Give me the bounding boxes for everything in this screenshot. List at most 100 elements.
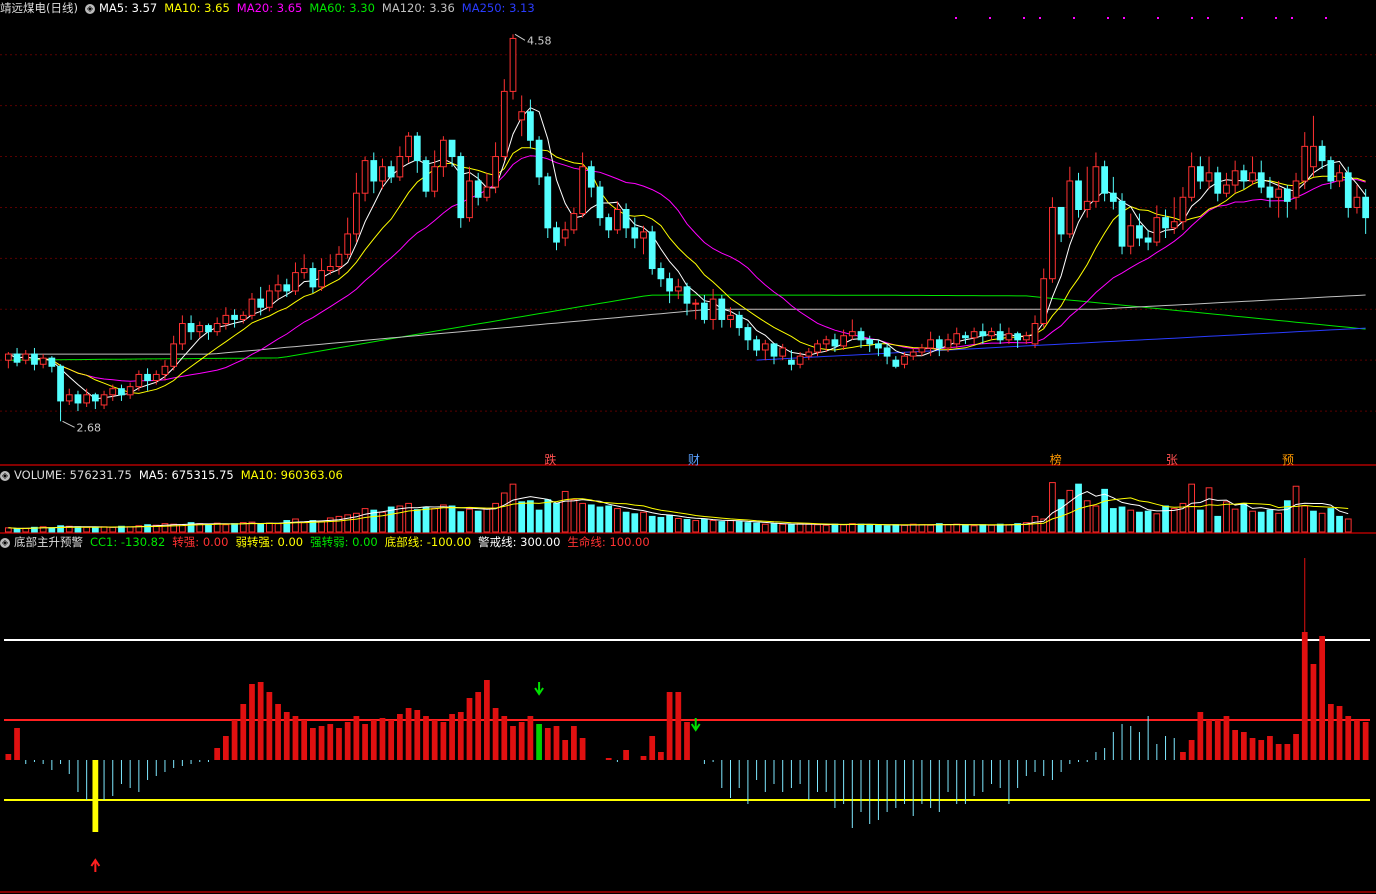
- candle-body: [1344, 172, 1352, 208]
- candle-body: [614, 208, 621, 231]
- volume-bar: [1153, 513, 1161, 533]
- candle: [370, 152, 378, 194]
- candle-body: [535, 139, 543, 178]
- candle-body: [561, 229, 569, 239]
- volume-bar: [1223, 501, 1230, 533]
- volume-bar: [753, 522, 760, 533]
- candle-body: [553, 227, 560, 243]
- candle: [544, 172, 552, 238]
- volume-bar: [1170, 508, 1178, 533]
- indicator-title[interactable]: 底部主升预警: [14, 535, 83, 549]
- low-pointer: [62, 420, 75, 428]
- volume-bar: [509, 483, 517, 533]
- candle: [1049, 197, 1056, 283]
- volume-bar: [1205, 487, 1213, 533]
- candle: [440, 136, 447, 177]
- candle-body: [353, 192, 360, 235]
- candle-body: [144, 373, 151, 382]
- candle-body: [500, 90, 508, 158]
- volume-bar: [474, 510, 482, 533]
- indicator-bar: [527, 716, 534, 760]
- candle: [1031, 315, 1039, 348]
- indicator-bar: [484, 680, 490, 760]
- volume-bar: [814, 524, 821, 533]
- event-dot: [1291, 17, 1293, 19]
- candle: [178, 315, 186, 350]
- indicator-bar: [1223, 716, 1230, 760]
- volume-bar: [448, 505, 456, 533]
- candle: [170, 335, 178, 371]
- candle-body: [1249, 172, 1256, 182]
- indicator-bar: [1232, 730, 1239, 760]
- volume-bar: [657, 516, 665, 533]
- candle-body: [231, 314, 238, 320]
- volume-bar: [701, 518, 708, 533]
- indicator-bar: [431, 720, 438, 760]
- candle: [935, 335, 943, 357]
- indicator-bar: [1214, 720, 1221, 760]
- indicator-bar: [579, 738, 586, 760]
- candle-body: [1214, 172, 1222, 194]
- volume-bar: [979, 524, 987, 533]
- candle-body: [927, 339, 934, 349]
- indicator-header: ◈ 底部主升预警 CC1: -130.82 转强: 0.00 弱转强: 0.00 强转弱:…: [0, 534, 657, 550]
- indicator-bar: [684, 722, 690, 760]
- stock-chart[interactable]: 4.58 2.68 跌 财 榜 张 预: [0, 0, 1376, 894]
- candle: [1336, 164, 1343, 188]
- candle-body: [1318, 145, 1326, 162]
- indicator-bar: [1249, 738, 1256, 760]
- candle: [100, 390, 108, 410]
- candle: [535, 136, 543, 186]
- candle-body: [1022, 335, 1030, 341]
- volume-bar: [596, 506, 604, 533]
- buy-arrow-icon: [90, 858, 101, 872]
- indicator-bar: [336, 728, 342, 760]
- indicator-bar: [405, 708, 412, 760]
- volume-ma10: MA10: 960363.06: [240, 468, 343, 482]
- candle-body: [631, 227, 639, 239]
- candle: [640, 225, 647, 255]
- candle: [448, 139, 456, 167]
- candle-body: [309, 268, 317, 288]
- volume-bar: [674, 517, 682, 533]
- indicator-settings-icon[interactable]: ◈: [0, 537, 10, 548]
- candle: [1223, 172, 1230, 198]
- candle-body: [1353, 196, 1361, 208]
- indicator-bar: [675, 692, 682, 760]
- candle: [265, 284, 273, 312]
- candle-body: [1066, 180, 1074, 235]
- candle: [953, 327, 961, 348]
- candle: [1214, 166, 1222, 202]
- candle-body: [292, 272, 299, 292]
- indicator-bar: [1275, 744, 1282, 760]
- candle: [753, 335, 760, 357]
- candle: [1057, 206, 1065, 243]
- volume-settings-icon[interactable]: ◈: [0, 470, 10, 481]
- volume-bar: [831, 523, 839, 533]
- indicator-bar: [283, 712, 290, 760]
- candle-body: [605, 217, 613, 231]
- stock-title[interactable]: 靖远煤电(日线): [0, 1, 78, 15]
- candle: [1327, 156, 1335, 190]
- candle: [144, 368, 151, 391]
- indicator-bar: [249, 684, 255, 760]
- indicator-bar: [266, 692, 273, 760]
- candle-body: [170, 343, 178, 367]
- candle: [761, 339, 769, 361]
- candle-body: [892, 359, 900, 367]
- indicator-bar: [666, 692, 673, 760]
- candle-body: [1153, 217, 1161, 243]
- candle: [805, 347, 813, 361]
- candle-body: [1118, 200, 1126, 247]
- indicator-bar: [231, 720, 238, 760]
- candle: [1205, 156, 1213, 190]
- candle-body: [970, 331, 978, 339]
- volume-bar: [770, 523, 778, 533]
- volume-bar: [857, 523, 865, 533]
- candle: [683, 282, 691, 316]
- ma250-label: MA250: 3.13: [461, 1, 535, 15]
- candle-body: [831, 339, 839, 347]
- ma120-label: MA120: 3.36: [381, 1, 455, 15]
- candle-body: [1257, 172, 1265, 188]
- settings-circle-icon[interactable]: ◈: [84, 3, 95, 14]
